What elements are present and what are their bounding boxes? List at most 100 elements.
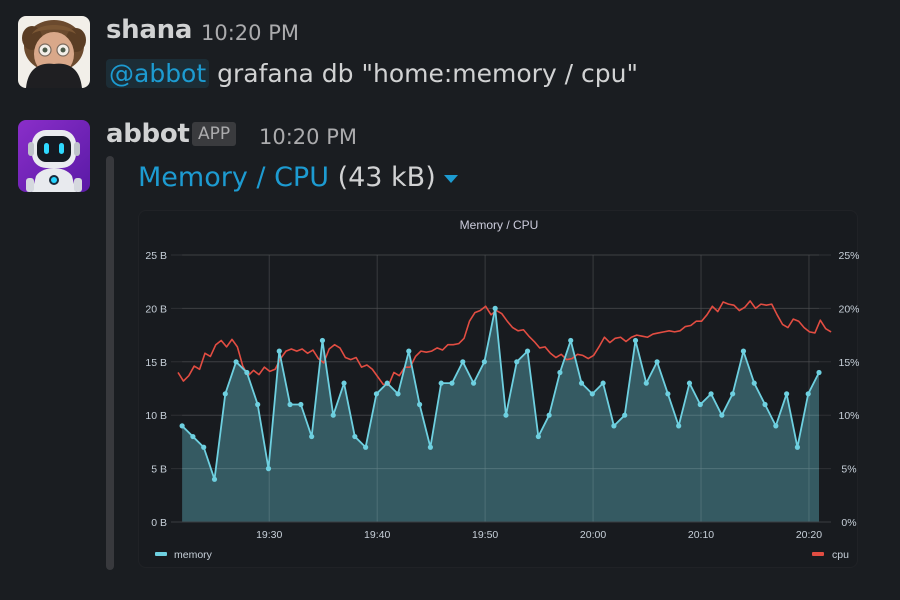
- memory-point: [287, 401, 293, 408]
- memory-point: [816, 369, 822, 376]
- y-right-tick-label: 0%: [841, 517, 856, 529]
- memory-point: [449, 380, 455, 386]
- message-timestamp[interactable]: 10:20 PM: [259, 125, 357, 149]
- memory-point: [255, 401, 261, 408]
- memory-point: [676, 423, 682, 429]
- memory-point: [427, 444, 433, 450]
- memory-point: [568, 337, 574, 344]
- memory-point: [395, 391, 401, 397]
- memory-point: [730, 391, 736, 397]
- attachment-border: [106, 156, 114, 570]
- sender-name[interactable]: abbot: [106, 119, 190, 149]
- y-right-tick-label: 10%: [838, 410, 859, 422]
- memory-point: [363, 444, 369, 450]
- attachment-title: Memory / CPU (43 kB): [138, 162, 458, 193]
- memory-point: [589, 391, 595, 397]
- y-left-tick-label: 25 B: [145, 250, 167, 262]
- memory-point: [244, 369, 250, 376]
- y-right-tick-label: 15%: [838, 357, 859, 369]
- memory-point: [298, 401, 304, 408]
- memory-point: [632, 337, 639, 344]
- avatar-shana[interactable]: [18, 16, 90, 88]
- y-left-tick-label: 0 B: [151, 517, 167, 529]
- memory-point: [708, 391, 714, 397]
- memory-point: [341, 380, 347, 386]
- memory-point: [546, 412, 552, 418]
- memory-point: [654, 359, 660, 365]
- memory-point: [773, 423, 779, 429]
- memory-point: [784, 391, 790, 397]
- message-body: @abbot grafana db "home:memory / cpu": [106, 59, 638, 88]
- message-timestamp[interactable]: 10:20 PM: [201, 21, 299, 45]
- legend-memory-swatch: [155, 552, 167, 556]
- memory-point: [805, 391, 811, 397]
- memory-point: [514, 359, 520, 365]
- memory-point: [460, 359, 466, 365]
- memory-point: [352, 433, 358, 440]
- memory-point: [611, 423, 617, 429]
- caret-down-icon[interactable]: [443, 174, 458, 183]
- memory-point: [417, 401, 423, 408]
- memory-point: [265, 466, 272, 472]
- chart-svg: 0 B 5 B 10 B 15 B 20 B 25 B 0% 5% 10% 15% 20% 25% 19…: [145, 250, 859, 561]
- y-left-tick-label: 5 B: [151, 464, 167, 476]
- memory-point: [309, 433, 315, 440]
- memory-point: [276, 348, 282, 354]
- x-tick-label: 19:40: [364, 529, 390, 541]
- memory-point: [319, 337, 326, 344]
- y-left-tick-label: 15 B: [145, 357, 167, 369]
- memory-point: [201, 444, 207, 450]
- legend-cpu-swatch: [812, 552, 824, 556]
- robot-avatar-icon: [18, 120, 90, 192]
- memory-point: [719, 412, 725, 418]
- cpu-line: [177, 300, 832, 387]
- memory-point: [190, 433, 196, 440]
- grafana-panel[interactable]: Memory / CPU 0 B 5 B 10 B 15 B 20 B 25 B 0% 5% 1…: [138, 210, 860, 568]
- user-photo-icon: [18, 16, 90, 88]
- memory-point: [740, 348, 747, 354]
- chart-title: Memory / CPU: [459, 218, 539, 232]
- app-badge: APP: [192, 122, 237, 146]
- y-right-tick-label: 20%: [838, 303, 859, 315]
- memory-point: [643, 380, 649, 386]
- memory-point: [557, 369, 563, 376]
- memory-point: [794, 444, 801, 450]
- memory-point: [503, 412, 509, 418]
- memory-point: [470, 380, 477, 386]
- memory-point: [406, 348, 412, 354]
- memory-point: [211, 476, 218, 482]
- memory-point: [438, 380, 444, 386]
- x-tick-label: 20:00: [580, 529, 606, 541]
- legend-cpu-label: cpu: [832, 549, 849, 561]
- mention-abbot[interactable]: @abbot: [106, 59, 210, 88]
- sender-name[interactable]: shana: [106, 15, 192, 45]
- memory-point: [578, 380, 585, 386]
- memory-point: [233, 359, 239, 365]
- attachment-size: (43 kB): [337, 162, 436, 193]
- memory-point: [481, 359, 487, 365]
- x-tick-label: 19:30: [256, 529, 282, 541]
- memory-point: [600, 380, 606, 386]
- avatar-abbot[interactable]: [18, 120, 90, 192]
- y-right-tick-label: 5%: [841, 464, 856, 476]
- memory-point: [686, 380, 693, 386]
- legend-memory-label: memory: [174, 549, 213, 561]
- y-right-tick-label: 25%: [838, 250, 859, 262]
- x-tick-label: 20:10: [688, 529, 714, 541]
- memory-point: [373, 391, 380, 397]
- memory-point: [697, 401, 703, 408]
- memory-point: [330, 412, 336, 418]
- memory-point: [535, 433, 541, 440]
- memory-point: [665, 391, 671, 397]
- attachment-link[interactable]: Memory / CPU: [138, 162, 329, 193]
- memory-point: [524, 348, 531, 354]
- y-left-tick-label: 20 B: [145, 303, 167, 315]
- memory-point: [762, 401, 768, 408]
- memory-point: [222, 391, 228, 397]
- message-text: grafana db "home:memory / cpu": [209, 59, 639, 88]
- y-left-tick-label: 10 B: [145, 410, 167, 422]
- memory-point: [622, 412, 628, 418]
- memory-point: [179, 423, 185, 429]
- x-tick-label: 19:50: [472, 529, 498, 541]
- memory-point: [384, 380, 390, 386]
